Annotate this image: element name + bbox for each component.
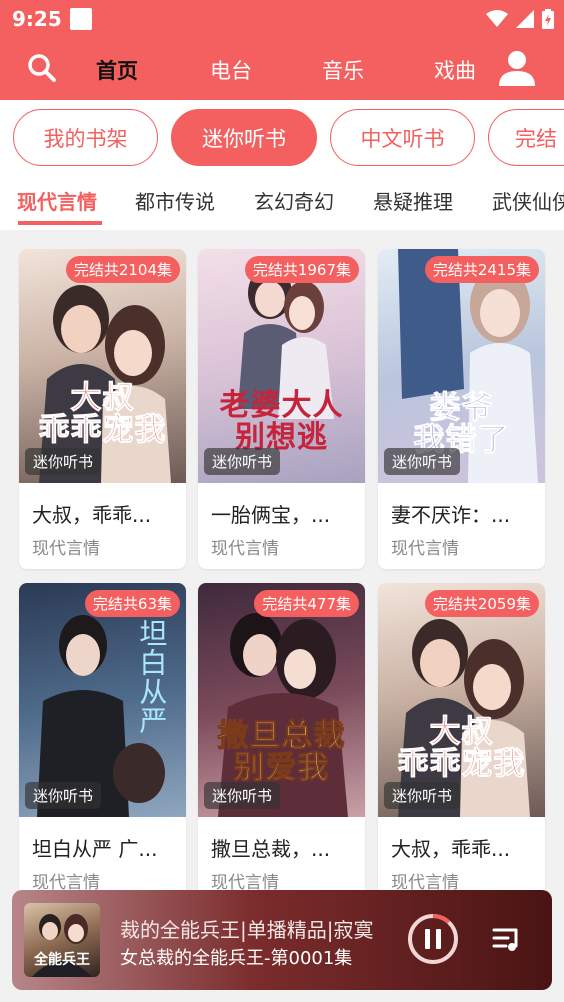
mini-audiobook-tag: 迷你听书 [204,448,281,475]
book-title: 大叔，乖乖... [32,503,152,527]
episode-count-badge: 完结共2059集 [424,590,539,617]
status-time: 9:25 [12,7,62,31]
book-title: 大叔，乖乖... [391,837,511,861]
book-card[interactable]: 坦白从严 完结共63集 迷你听书 坦白从严 广... 现代言情 [19,583,186,890]
cover-title-text: 大叔 乖乖宠我 [38,379,167,449]
status-bar: 9:25 [0,0,564,38]
subtab-wuxia[interactable]: 武侠仙侠 [492,186,564,215]
book-cover: 坦白从严 完结共63集 迷你听书 [19,583,186,817]
book-card[interactable]: 大叔 乖乖宠我 完结共2059集 迷你听书 大叔，乖乖... 现代言情 [378,583,545,890]
signal-icon [516,10,534,28]
battery-icon [542,9,554,29]
book-cover: 撒旦总裁 别爱我 完结共477集 迷你听书 [198,583,365,817]
top-nav: 首页 电台 音乐 戏曲 [0,38,564,100]
book-title: 妻不厌诈：... [391,503,511,527]
mini-audiobook-tag: 迷你听书 [384,448,461,475]
pill-mini-audiobook[interactable]: 迷你听书 [171,109,317,166]
book-cover: 老婆大人 别想逃 完结共1967集 迷你听书 [198,249,365,483]
status-icons [486,9,554,29]
book-title: 一胎俩宝，... [211,503,331,527]
episode-count-badge: 完结共2104集 [65,256,180,283]
mini-audiobook-tag: 迷你听书 [384,782,461,809]
subtab-mystery[interactable]: 悬疑推理 [373,186,453,215]
book-cover: 娄爷 我错了 完结共2415集 迷你听书 [378,249,545,483]
book-genre: 现代言情 [32,873,100,890]
cover-title-text: 大叔 乖乖宠我 [397,713,526,783]
now-playing-cover-title: 全能兵王 [34,952,90,968]
book-card[interactable]: 大叔 乖乖宠我 完结共2104集 迷你听书 大叔，乖乖... 现代言情 [19,249,186,569]
pause-button[interactable] [406,912,460,966]
book-card[interactable]: 娄爷 我错了 完结共2415集 迷你听书 妻不厌诈：... 现代言情 [378,249,545,569]
book-genre: 现代言情 [211,873,279,890]
search-icon[interactable] [26,52,58,84]
mini-audiobook-tag: 迷你听书 [204,782,281,809]
subtab-urban-legend[interactable]: 都市传说 [135,186,215,215]
episode-count-badge: 完结共477集 [254,590,359,617]
book-card[interactable]: 撒旦总裁 别爱我 完结共477集 迷你听书 撒旦总裁，... 现代言情 [198,583,365,890]
mini-player[interactable]: 全能兵王 裁的全能兵王|单播精品|寂寞 女总裁的全能兵王-第0001集 [12,890,552,990]
now-playing-episode: 女总裁的全能兵王-第0001集 [120,948,353,969]
wifi-icon [486,10,508,27]
nav-tab-opera[interactable]: 戏曲 [434,55,476,85]
episode-count-badge: 完结共63集 [84,590,180,617]
book-cover: 大叔 乖乖宠我 完结共2104集 迷你听书 [19,249,186,483]
cover-title-text: 撒旦总裁 别爱我 [217,717,346,787]
episode-count-badge: 完结共1967集 [244,256,359,283]
user-icon[interactable] [498,49,536,87]
book-genre: 现代言情 [391,873,459,890]
book-card[interactable]: 老婆大人 别想逃 完结共1967集 迷你听书 一胎俩宝，... 现代言情 [198,249,365,569]
mini-audiobook-tag: 迷你听书 [25,448,102,475]
book-title: 撒旦总裁，... [211,837,331,861]
book-title: 坦白从严 广... [32,837,158,861]
book-genre: 现代言情 [32,539,100,559]
now-playing-scroll-title: 裁的全能兵王|单播精品|寂寞 [120,918,374,942]
subtab-fantasy[interactable]: 玄幻奇幻 [254,186,334,215]
pill-chinese-audiobook[interactable]: 中文听书 [330,109,475,166]
nav-tab-radio[interactable]: 电台 [210,55,252,85]
active-subtab-indicator [18,221,102,225]
cover-title-text: 老婆大人 别想逃 [219,388,344,455]
nav-tab-music[interactable]: 音乐 [322,55,364,85]
subtab-modern-romance[interactable]: 现代言情 [17,186,97,215]
book-genre: 现代言情 [391,539,459,559]
cover-title-text: 坦白从严 [135,619,169,735]
book-grid: 大叔 乖乖宠我 完结共2104集 迷你听书 大叔，乖乖... 现代言情 老婆大人别… [0,230,564,890]
book-genre: 现代言情 [211,539,279,559]
notification-icon [70,8,92,30]
mini-audiobook-tag: 迷你听书 [25,782,102,809]
category-area: 我的书架 迷你听书 中文听书 完结 现代言情 都市传说 玄幻奇幻 悬疑推理 武侠… [0,100,564,230]
episode-count-badge: 完结共2415集 [424,256,539,283]
pill-my-bookshelf[interactable]: 我的书架 [13,109,158,166]
playlist-icon[interactable] [492,924,522,954]
book-cover: 大叔 乖乖宠我 完结共2059集 迷你听书 [378,583,545,817]
nav-tab-home[interactable]: 首页 [96,55,138,85]
now-playing-cover: 全能兵王 [24,903,100,977]
pill-completed[interactable]: 完结 [488,109,564,166]
